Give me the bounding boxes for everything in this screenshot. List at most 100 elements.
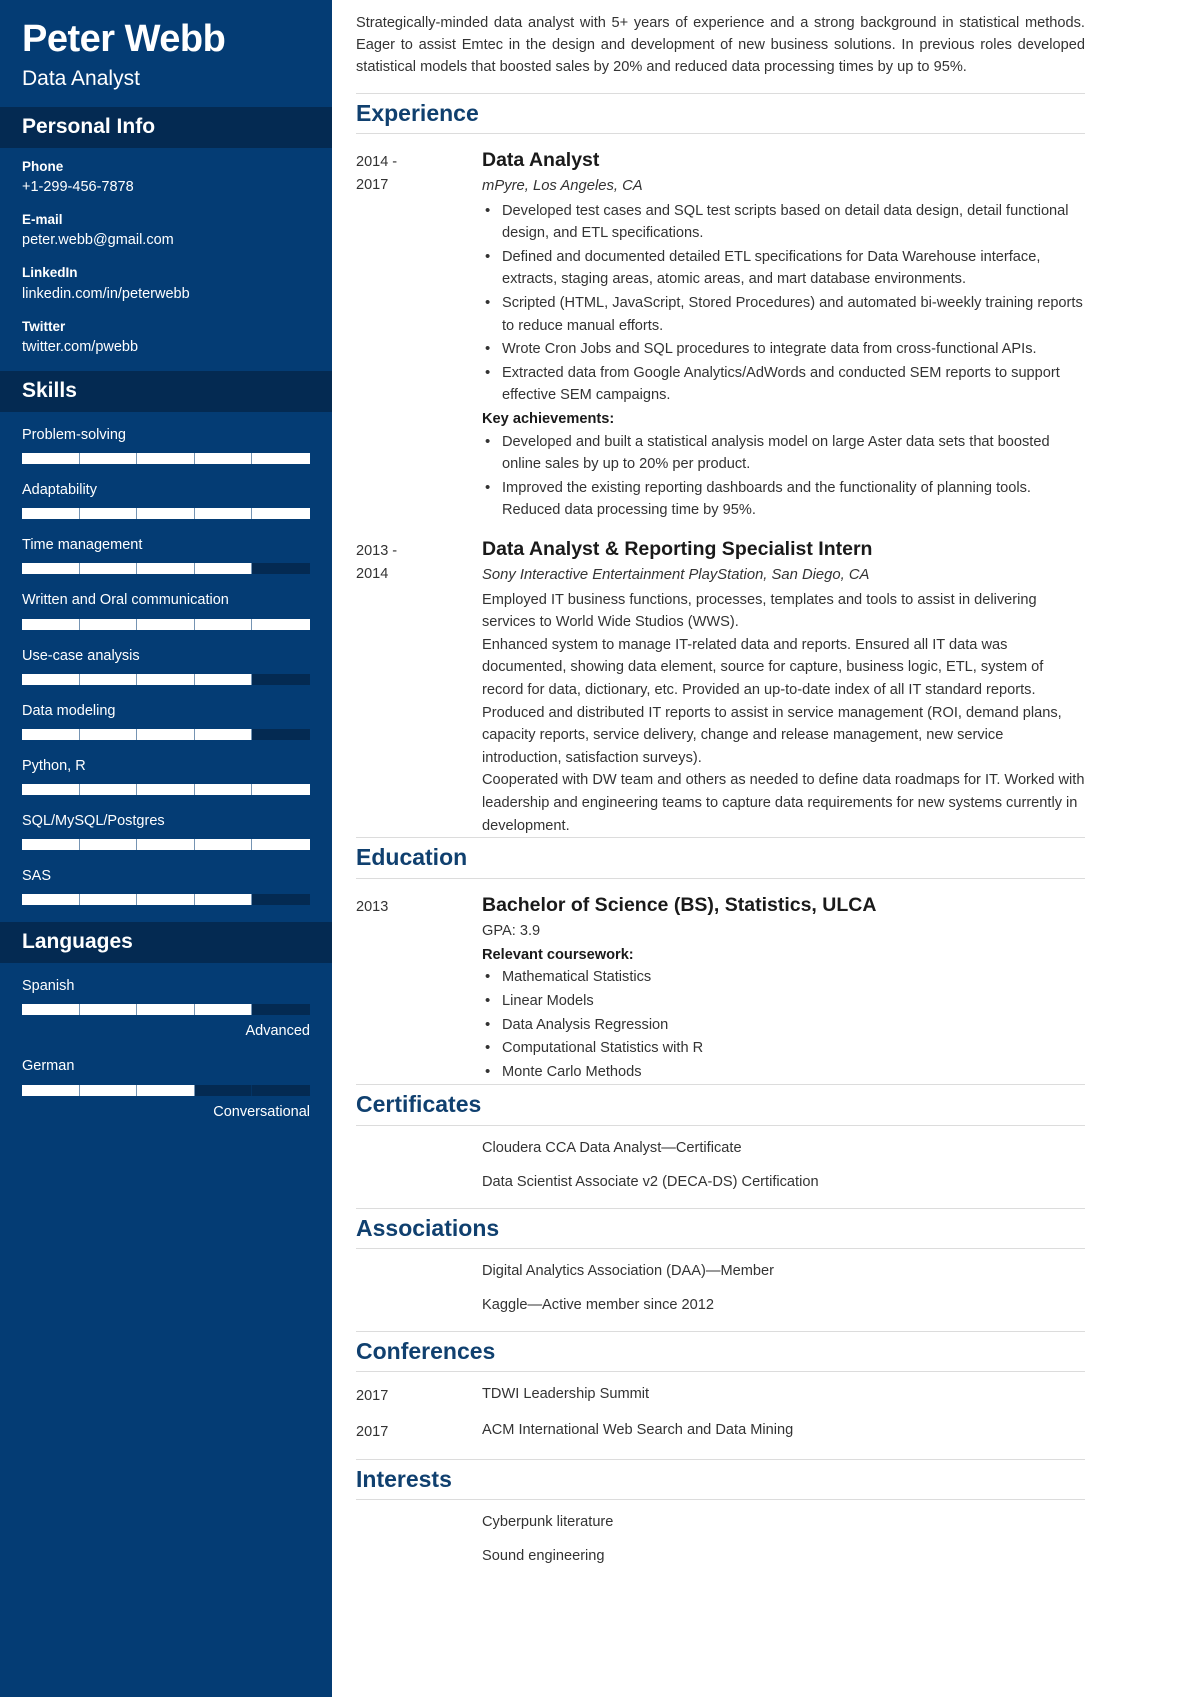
contact-value[interactable]: twitter.com/pwebb [22,338,310,357]
bar-tick [195,728,253,740]
bar-tick [22,673,80,685]
language-label: German [22,1058,75,1075]
entry-date [356,1261,482,1283]
bar-ticks [22,894,310,906]
language-item: German Conversational [22,1057,310,1120]
education-degree: Bachelor of Science (BS), Statistics, UL… [482,893,877,916]
bar-tick [137,728,195,740]
bar-tick [252,508,310,519]
bar-tick [252,619,310,630]
bar-tick [137,1084,195,1096]
bar-tick [137,563,195,575]
key-achievements-bullets: Developed and built a statistical analys… [482,430,1085,522]
skill-bar-track[interactable] [22,728,310,740]
experience-entry: 2013 -2014 Data Analyst & Reporting Speci… [356,523,1085,837]
skill-item: SQL/MySQL/Postgres [22,812,310,851]
bar-tick [195,673,253,685]
key-achievements-heading: Key achievements: [482,411,615,427]
bullet-item: Defined and documented detailed ETL spec… [482,245,1085,291]
experience-org: Sony Interactive Entertainment PlayStati… [482,567,870,584]
contact-value[interactable]: peter.webb@gmail.com [22,231,310,250]
bar-ticks [22,453,310,465]
section-associations: Associations Digital Analytics Associati… [356,1207,1085,1331]
section-title-conferences: Conferences [356,1330,1085,1373]
contact-item-twitter: Twitter twitter.com/pwebb [22,318,310,357]
bar-tick [137,508,195,520]
skill-item: Adaptability [22,481,310,520]
bar-tick [80,1004,138,1016]
contact-label: LinkedIn [22,265,78,281]
bullet-item: Computational Statistics with R [482,1036,1085,1060]
skill-item: Data modeling [22,702,310,740]
skills-list: Problem-solving Adaptability Time manageme… [0,412,332,906]
bar-tick [22,839,80,851]
entry-date: 2013 [356,898,389,915]
bar-tick [80,508,138,520]
skill-bar-track[interactable] [22,894,310,906]
bar-tick [80,783,138,795]
skill-bar-track[interactable] [22,563,310,575]
bar-ticks [22,508,310,520]
interest-text: Sound engineering [482,1547,605,1564]
bullet-item: Monte Carlo Methods [482,1060,1085,1084]
contact-value[interactable]: +1-299-456-7878 [22,178,310,197]
bar-tick [22,728,80,740]
skill-label: SAS [22,868,52,885]
entry-date: 2017 [356,1388,389,1405]
skill-label: Time management [22,537,143,554]
professional-summary: Strategically-minded data analyst with 5… [356,15,1085,76]
entry-date: 2017 [356,1424,389,1441]
bar-tick [252,729,310,740]
contact-value[interactable]: linkedin.com/in/peterwebb [22,285,310,304]
bullet-item: Developed test cases and SQL test script… [482,199,1085,245]
skill-bar-track[interactable] [22,839,310,851]
bullet-item: Improved the existing reporting dashboar… [482,476,1085,522]
bar-tick [80,453,138,465]
language-bar-track[interactable] [22,1004,310,1016]
interest-text: Cyberpunk literature [482,1514,614,1531]
personal-info-list: Phone +1-299-456-7878 E-mail peter.webb@… [0,148,332,358]
bar-tick [195,839,253,851]
bullet-item: Wrote Cron Jobs and SQL procedures to in… [482,337,1085,361]
bullet-item: Developed and built a statistical analys… [482,430,1085,476]
bar-tick [80,839,138,851]
bar-tick [22,1084,80,1096]
bar-tick [22,563,80,575]
bar-tick [195,1084,253,1096]
entry-date: 2013 -2014 [356,543,398,583]
skill-label: Use-case analysis [22,647,140,664]
skill-bar-track[interactable] [22,673,310,685]
languages-list: Spanish Advanced German Conversational [0,963,332,1121]
bar-tick [252,839,310,850]
bar-ticks [22,618,310,630]
conference-row: 2017 ACM International Web Search and Dat… [356,1408,1085,1444]
contact-label: Twitter [22,318,66,334]
bar-tick [80,894,138,906]
contact-label: E-mail [22,211,63,227]
bar-tick [80,618,138,630]
skill-bar-track[interactable] [22,508,310,520]
bar-tick [195,1004,253,1016]
experience-paragraph: Cooperated with DW team and others as ne… [482,772,1085,834]
skill-bar-track[interactable] [22,453,310,465]
skill-label: Data modeling [22,702,116,719]
bullet-item: Data Analysis Regression [482,1013,1085,1037]
skill-label: Python, R [22,757,86,774]
bar-tick [22,618,80,630]
contact-item-email: E-mail peter.webb@gmail.com [22,211,310,250]
skill-bar-track[interactable] [22,618,310,630]
bar-tick [137,783,195,795]
bar-tick [195,453,253,465]
bullet-item: Linear Models [482,989,1085,1013]
bar-tick [252,1085,310,1096]
education-gpa: GPA: 3.9 [482,923,541,940]
interest-row: Cyberpunk literature [356,1500,1085,1534]
entry-date [356,1138,482,1160]
section-interests: Interests Cyberpunk literature Sound engi… [356,1458,1085,1580]
experience-entry-body: Data Analyst mPyre, Los Angeles, CA Develo… [482,148,1085,523]
conferences-list: 2017 TDWI Leadership Summit 2017 ACM Intern… [356,1372,1085,1458]
bar-tick [195,508,253,520]
language-bar-track[interactable] [22,1084,310,1096]
skill-bar-track[interactable] [22,783,310,795]
bar-tick [252,453,310,464]
